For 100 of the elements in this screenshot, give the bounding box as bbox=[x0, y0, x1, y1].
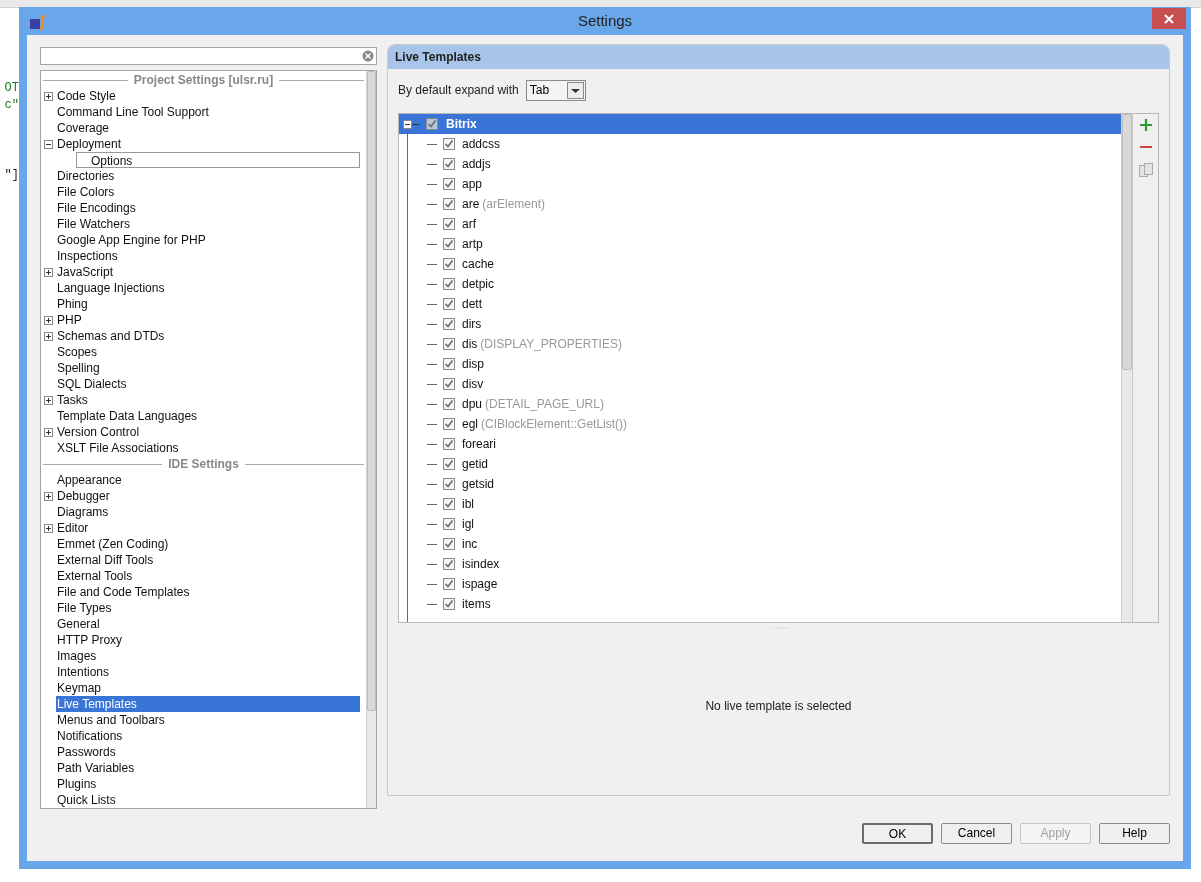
checkbox[interactable] bbox=[443, 238, 455, 250]
expand-icon[interactable] bbox=[44, 523, 53, 533]
template-name[interactable]: arf bbox=[462, 215, 476, 233]
tree-item[interactable]: Schemas and DTDs bbox=[56, 328, 166, 344]
template-name[interactable]: inc bbox=[462, 535, 478, 553]
template-name[interactable]: ibl bbox=[462, 495, 474, 513]
tree-item[interactable]: Tasks bbox=[56, 392, 89, 408]
tree-item[interactable]: Diagrams bbox=[56, 504, 110, 520]
tree-item[interactable]: Path Variables bbox=[56, 760, 136, 776]
tree-item[interactable]: Directories bbox=[56, 168, 116, 184]
checkbox[interactable] bbox=[426, 118, 438, 130]
expand-dropdown[interactable]: Tab bbox=[525, 79, 586, 101]
tree-item[interactable]: Emmet (Zen Coding) bbox=[56, 536, 170, 552]
template-name[interactable]: getid bbox=[462, 455, 489, 473]
checkbox[interactable] bbox=[443, 258, 455, 270]
tree-item[interactable]: Menus and Toolbars bbox=[56, 712, 166, 728]
template-name[interactable]: foreari bbox=[462, 435, 496, 453]
checkbox[interactable] bbox=[443, 278, 455, 290]
checkbox[interactable] bbox=[443, 558, 455, 570]
close-button[interactable] bbox=[1152, 8, 1186, 29]
template-name[interactable]: dis bbox=[462, 335, 478, 353]
clear-icon[interactable] bbox=[362, 50, 374, 62]
tree-item[interactable]: Template Data Languages bbox=[56, 408, 199, 424]
checkbox[interactable] bbox=[443, 158, 455, 170]
template-name[interactable]: app bbox=[462, 175, 483, 193]
checkbox[interactable] bbox=[443, 138, 455, 150]
checkbox[interactable] bbox=[443, 298, 455, 310]
tree-item[interactable]: XSLT File Associations bbox=[56, 440, 180, 456]
checkbox[interactable] bbox=[443, 478, 455, 490]
template-group-row[interactable]: Bitrix bbox=[399, 114, 1121, 134]
tree-item[interactable]: Language Injections bbox=[56, 280, 166, 296]
expand-icon[interactable] bbox=[44, 267, 53, 277]
tree-item[interactable]: Code Style bbox=[56, 88, 117, 104]
tree-item[interactable]: Appearance bbox=[56, 472, 123, 488]
tree-item[interactable]: File Types bbox=[56, 600, 113, 616]
tree-item[interactable]: External Tools bbox=[56, 568, 134, 584]
collapse-icon[interactable] bbox=[44, 139, 53, 149]
tree-item[interactable]: Inspections bbox=[56, 248, 119, 264]
checkbox[interactable] bbox=[443, 518, 455, 530]
checkbox[interactable] bbox=[443, 318, 455, 330]
tree-item[interactable]: Scopes bbox=[56, 344, 99, 360]
checkbox[interactable] bbox=[443, 358, 455, 370]
tree-item[interactable]: Quick Lists bbox=[56, 792, 117, 808]
expand-icon[interactable] bbox=[44, 491, 53, 501]
template-name[interactable]: disp bbox=[462, 355, 484, 373]
tree-item[interactable]: JavaScript bbox=[56, 264, 115, 280]
template-name[interactable]: are bbox=[462, 195, 480, 213]
checkbox[interactable] bbox=[443, 438, 455, 450]
tree-item[interactable]: Live Templates bbox=[56, 696, 360, 712]
template-name[interactable]: dirs bbox=[462, 315, 482, 333]
checkbox[interactable] bbox=[443, 458, 455, 470]
checkbox[interactable] bbox=[443, 198, 455, 210]
tree-item[interactable]: Debugger bbox=[56, 488, 111, 504]
template-name[interactable]: addjs bbox=[462, 155, 491, 173]
tree-item[interactable]: Plugins bbox=[56, 776, 98, 792]
template-name[interactable]: getsid bbox=[462, 475, 495, 493]
checkbox[interactable] bbox=[443, 538, 455, 550]
template-name[interactable]: cache bbox=[462, 255, 495, 273]
template-name[interactable]: artp bbox=[462, 235, 483, 253]
tree-item[interactable]: File Colors bbox=[56, 184, 116, 200]
tree-item[interactable]: File Watchers bbox=[56, 216, 131, 232]
tree-item[interactable]: HTTP Proxy bbox=[56, 632, 124, 648]
tree-item[interactable]: File Encodings bbox=[56, 200, 137, 216]
tree-item[interactable]: Options bbox=[76, 152, 360, 168]
checkbox[interactable] bbox=[443, 578, 455, 590]
template-name[interactable]: dpu bbox=[462, 395, 483, 413]
tree-item[interactable]: Version Control bbox=[56, 424, 141, 440]
tree-item[interactable]: File and Code Templates bbox=[56, 584, 191, 600]
expand-icon[interactable] bbox=[44, 91, 53, 101]
template-name[interactable]: ispage bbox=[462, 575, 498, 593]
template-name[interactable]: isindex bbox=[462, 555, 500, 573]
checkbox[interactable] bbox=[443, 498, 455, 510]
tree-item[interactable]: Coverage bbox=[56, 120, 111, 136]
expand-icon[interactable] bbox=[44, 395, 53, 405]
expand-icon[interactable] bbox=[44, 315, 53, 325]
tree-item[interactable]: External Diff Tools bbox=[56, 552, 155, 568]
template-name[interactable]: addcss bbox=[462, 135, 501, 153]
expand-icon[interactable] bbox=[44, 427, 53, 437]
template-name[interactable]: egl bbox=[462, 415, 478, 433]
tree-item[interactable]: Google App Engine for PHP bbox=[56, 232, 207, 248]
tree-item[interactable]: Intentions bbox=[56, 664, 111, 680]
checkbox[interactable] bbox=[443, 598, 455, 610]
dialog-button[interactable]: Cancel bbox=[941, 822, 1012, 844]
checkbox[interactable] bbox=[443, 338, 455, 350]
template-name[interactable]: detpic bbox=[462, 275, 495, 293]
tree-item[interactable]: Deployment bbox=[56, 136, 123, 152]
search-field[interactable] bbox=[40, 47, 377, 65]
dialog-button[interactable]: OK bbox=[862, 822, 933, 844]
expand-icon[interactable] bbox=[44, 331, 53, 341]
tree-item[interactable]: Images bbox=[56, 648, 98, 664]
tree-item[interactable]: Passwords bbox=[56, 744, 117, 760]
dialog-button[interactable]: Help bbox=[1099, 822, 1170, 844]
tree-item[interactable]: Notifications bbox=[56, 728, 124, 744]
tree-item[interactable]: SQL Dialects bbox=[56, 376, 128, 392]
tree-item[interactable]: PHP bbox=[56, 312, 83, 328]
tree-item[interactable]: Spelling bbox=[56, 360, 101, 376]
tree-item[interactable]: Command Line Tool Support bbox=[56, 104, 210, 120]
template-name[interactable]: items bbox=[462, 595, 491, 613]
checkbox[interactable] bbox=[443, 398, 455, 410]
tree-item[interactable]: Phing bbox=[56, 296, 89, 312]
